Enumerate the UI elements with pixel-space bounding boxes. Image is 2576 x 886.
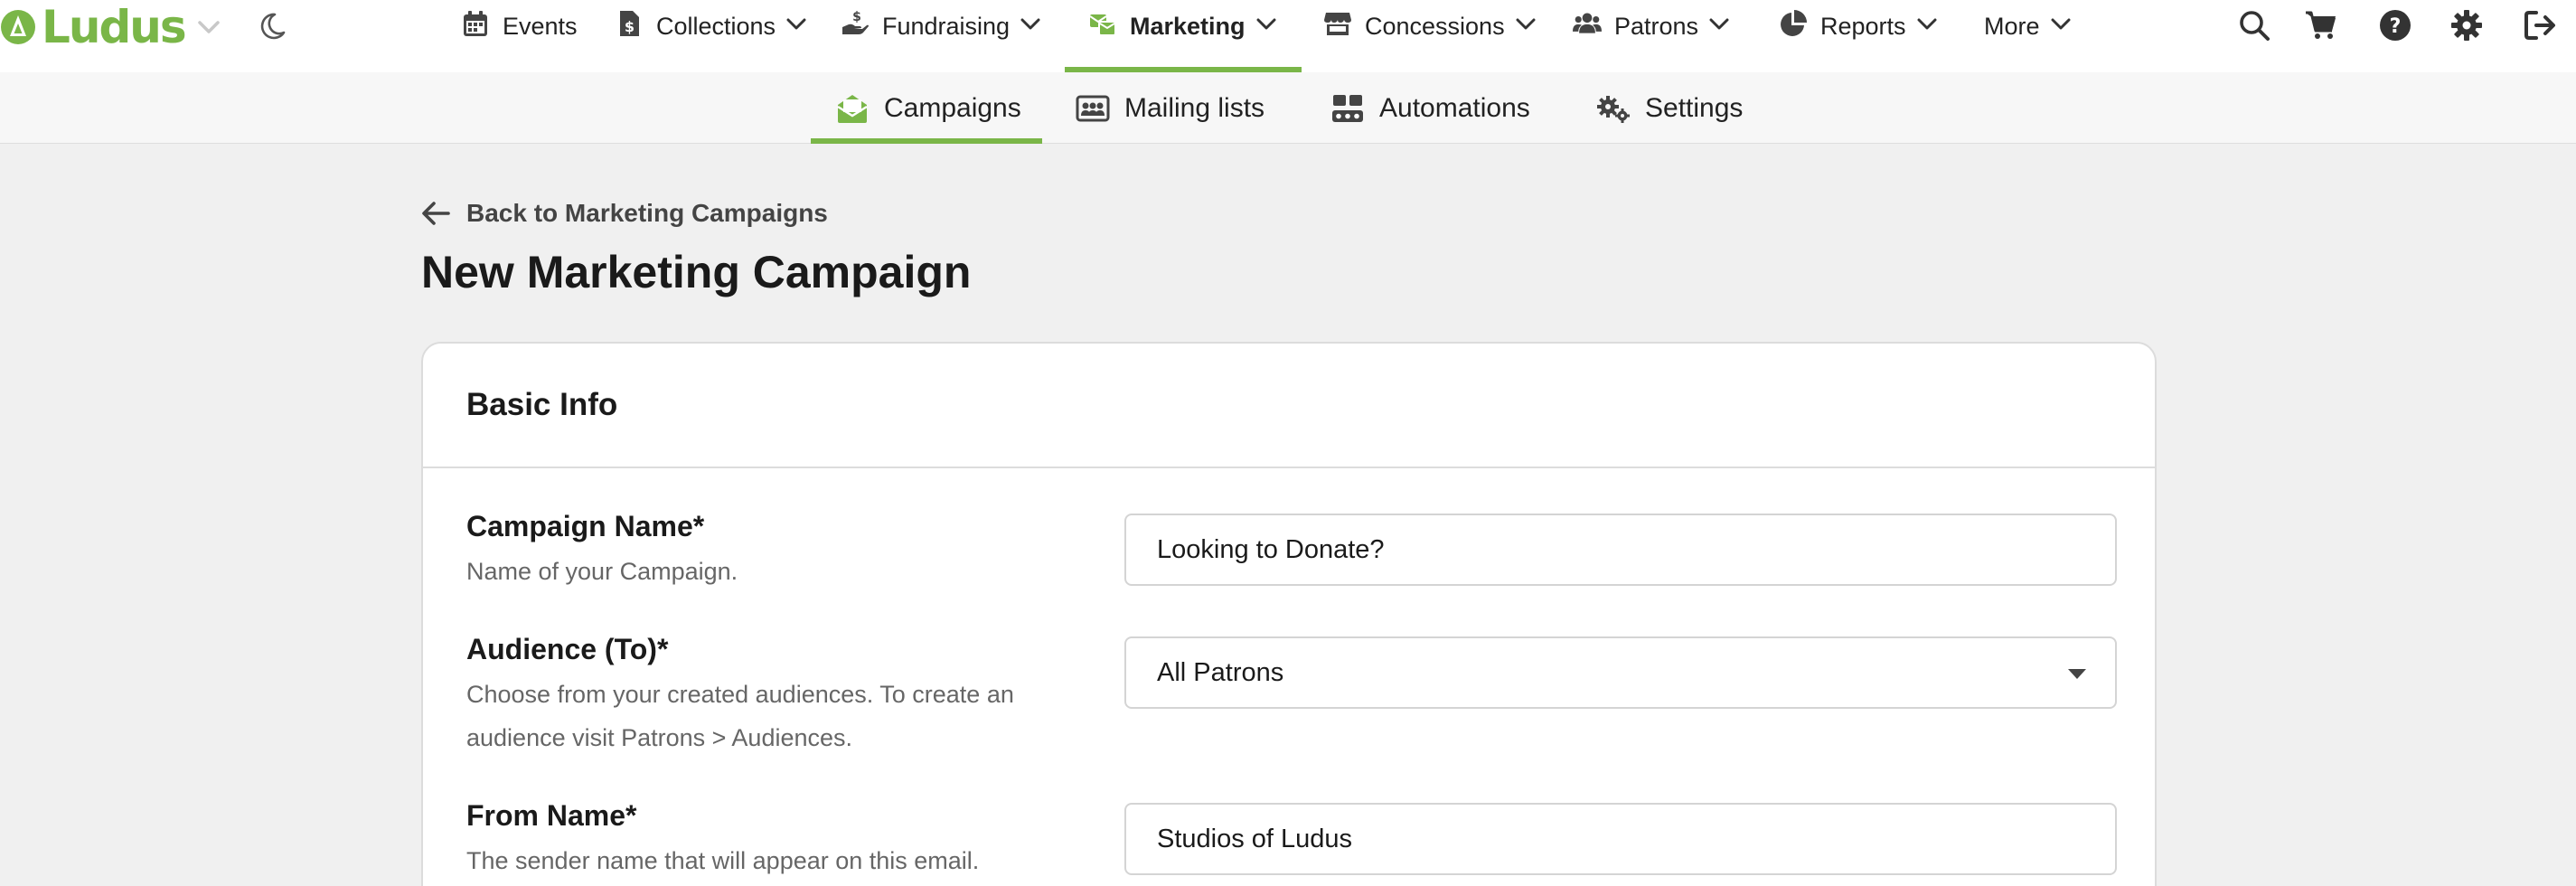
caret-down-icon <box>2068 669 2086 679</box>
campaign-name-help: Name of your Campaign. <box>466 558 738 585</box>
tab-settings-label: Settings <box>1645 92 1744 123</box>
top-navigation: Ludus Events $ Collections $ Fundraising <box>0 0 2576 72</box>
tab-mailing-lists[interactable]: Mailing lists <box>1076 72 1264 144</box>
sub-navigation: Campaigns Mailing lists Automations Sett… <box>0 72 2576 144</box>
chevron-down-icon <box>1020 18 1040 30</box>
nav-reports[interactable]: Reports <box>1779 0 1937 72</box>
tab-mailing-lists-label: Mailing lists <box>1124 92 1265 123</box>
svg-text:?: ? <box>2390 15 2402 38</box>
tab-campaigns[interactable]: Campaigns <box>835 72 1021 144</box>
dollar-file-icon: $ <box>620 11 639 36</box>
basic-info-card: Basic Info Campaign Name* Name of your C… <box>421 342 2157 886</box>
address-card-icon <box>1076 95 1110 121</box>
moon-icon[interactable] <box>257 11 287 42</box>
nav-patrons[interactable]: Patrons <box>1573 0 1729 72</box>
nav-concessions-label: Concessions <box>1365 13 1505 40</box>
back-link-label: Back to Marketing Campaigns <box>466 199 828 227</box>
store-icon <box>1324 13 1351 35</box>
cart-icon[interactable] <box>2305 9 2337 42</box>
logout-icon[interactable] <box>2524 9 2556 42</box>
audience-selected-value: All Patrons <box>1157 657 1284 687</box>
svg-text:$: $ <box>625 18 635 35</box>
nav-fundraising-label: Fundraising <box>882 13 1011 40</box>
svg-text:$: $ <box>852 10 861 24</box>
from-name-value: Studios of Ludus <box>1157 824 1353 853</box>
tab-automations[interactable]: Automations <box>1330 72 1530 144</box>
chevron-down-icon <box>2051 18 2071 30</box>
nav-fundraising[interactable]: $ Fundraising <box>841 0 1040 72</box>
gears-icon <box>1597 95 1630 123</box>
nav-events[interactable]: Events <box>461 0 578 72</box>
from-name-input[interactable]: Studios of Ludus <box>1124 803 2117 875</box>
tab-settings[interactable]: Settings <box>1596 72 1743 144</box>
from-name-help: The sender name that will appear on this… <box>466 847 980 874</box>
nav-collections-label: Collections <box>656 13 776 40</box>
arrow-left-icon <box>422 202 450 225</box>
tab-campaigns-label: Campaigns <box>884 92 1021 123</box>
hand-dollar-icon: $ <box>842 10 869 34</box>
page-title: New Marketing Campaign <box>421 247 972 297</box>
campaign-name-input[interactable]: Looking to Donate? <box>1124 514 2117 586</box>
envelope-open-icon <box>837 94 868 123</box>
pie-chart-icon <box>1781 10 1807 36</box>
chevron-down-icon <box>1516 18 1536 30</box>
campaign-name-value: Looking to Donate? <box>1157 534 1385 564</box>
from-name-label: From Name* <box>466 799 637 832</box>
ludus-logo[interactable]: Ludus <box>0 1 187 53</box>
users-icon <box>1573 13 1602 33</box>
logo-text: Ludus <box>42 1 187 53</box>
nav-concessions[interactable]: Concessions <box>1323 0 1536 72</box>
mail-bulk-icon <box>1089 14 1116 36</box>
audience-label: Audience (To)* <box>466 633 669 665</box>
nav-reports-label: Reports <box>1820 13 1906 40</box>
chevron-down-icon[interactable] <box>197 20 221 34</box>
tab-automations-label: Automations <box>1379 92 1530 123</box>
nav-events-label: Events <box>503 13 578 40</box>
logo-icon <box>1 10 35 44</box>
card-header: Basic Info <box>423 344 2155 468</box>
audience-help: Choose from your created audiences. To c… <box>466 681 1014 751</box>
audience-select[interactable]: All Patrons <box>1124 636 2117 709</box>
nav-marketing-label: Marketing <box>1130 13 1246 40</box>
help-icon[interactable]: ? <box>2379 9 2411 42</box>
card-title: Basic Info <box>466 387 618 422</box>
nav-more-label: More <box>1984 13 2040 40</box>
nav-more[interactable]: More <box>1984 0 2071 72</box>
calendar-icon <box>464 11 487 36</box>
search-icon[interactable] <box>2238 9 2270 42</box>
chevron-down-icon <box>1917 18 1937 30</box>
active-tab-indicator <box>811 138 1042 144</box>
nav-marketing[interactable]: Marketing <box>1088 0 1276 72</box>
back-to-campaigns-link[interactable]: Back to Marketing Campaigns <box>421 197 828 230</box>
gear-icon[interactable] <box>2450 9 2483 42</box>
chevron-down-icon <box>786 18 806 30</box>
automation-icon <box>1332 94 1363 122</box>
nav-collections[interactable]: $ Collections <box>615 0 806 72</box>
nav-patrons-label: Patrons <box>1614 13 1699 40</box>
chevron-down-icon <box>1256 18 1276 30</box>
campaign-name-label: Campaign Name* <box>466 510 705 542</box>
chevron-down-icon <box>1709 18 1729 30</box>
